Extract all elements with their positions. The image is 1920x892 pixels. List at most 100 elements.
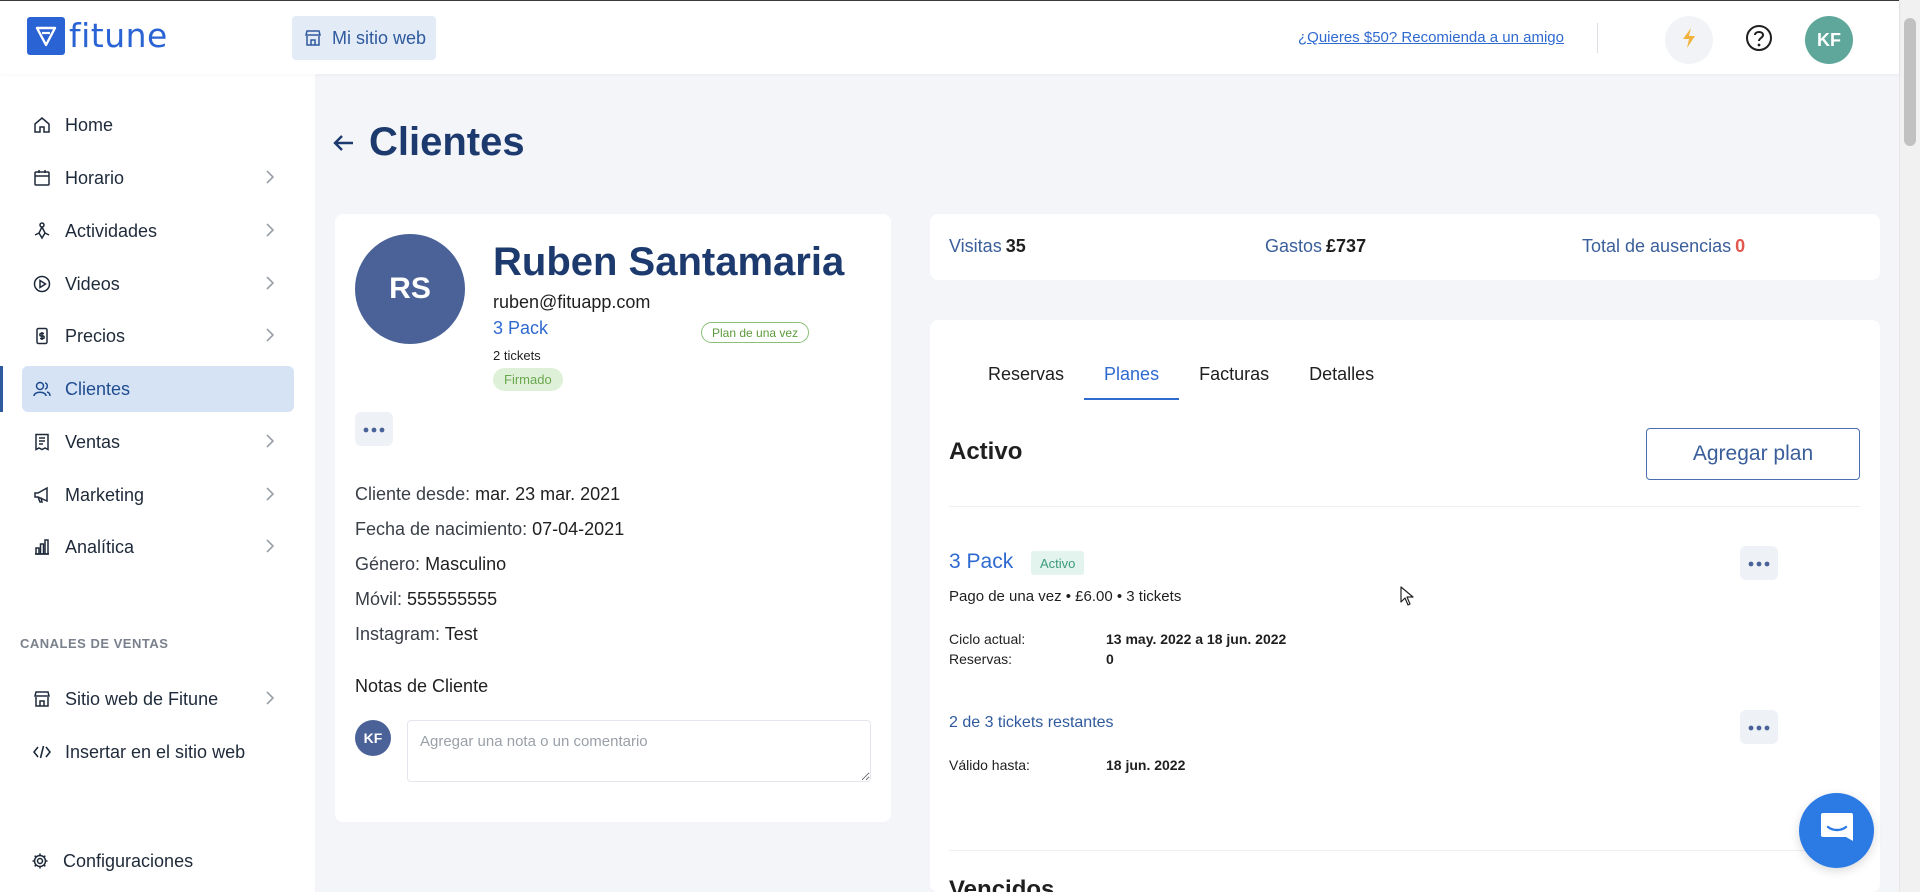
- client-tabs: Reservas Planes Facturas Detalles: [968, 350, 1394, 400]
- topbar-divider: [1597, 23, 1598, 53]
- sales-channels-title: CANALES DE VENTAS: [20, 636, 169, 651]
- valid-until-value: 18 jun. 2022: [1106, 757, 1186, 773]
- detail-label: Móvil:: [355, 589, 403, 609]
- store-icon: [32, 689, 52, 709]
- sidebar-item-home[interactable]: Home: [22, 102, 294, 148]
- page-scrollbar[interactable]: [1899, 0, 1920, 892]
- detail-value: 07-04-2021: [532, 519, 625, 539]
- plan-status-badge: Activo: [1031, 551, 1085, 575]
- signed-badge: Firmado: [493, 368, 563, 391]
- more-dots-icon: [1748, 554, 1770, 572]
- tab-reservas[interactable]: Reservas: [968, 350, 1084, 398]
- back-arrow-icon[interactable]: [333, 134, 355, 152]
- tab-planes[interactable]: Planes: [1084, 350, 1180, 400]
- sidebar-item-precios[interactable]: Precios: [22, 313, 294, 359]
- mouse-cursor-icon: [1400, 586, 1414, 611]
- stat-label: Total de ausencias: [1582, 236, 1732, 256]
- code-icon: [32, 742, 52, 762]
- help-icon: [1745, 24, 1773, 57]
- calendar-icon: [32, 168, 52, 188]
- more-dots-icon: [1748, 718, 1770, 736]
- sidebar-item-fitune-website[interactable]: Sitio web de Fitune: [22, 676, 294, 722]
- stat-label: Gastos: [1265, 236, 1323, 256]
- chevron-right-icon: [266, 691, 274, 705]
- sidebar-item-horario[interactable]: Horario: [22, 155, 294, 201]
- instagram-row: Instagram: Test: [355, 624, 478, 645]
- stat-label: Visitas: [949, 236, 1002, 256]
- plan-payment-info: Pago de una vez • £6.00 • 3 tickets: [949, 588, 1182, 605]
- sidebar-item-marketing[interactable]: Marketing: [22, 472, 294, 518]
- bookings-label: Reservas:: [949, 651, 1013, 667]
- stat-value: 35: [1005, 236, 1026, 256]
- sidebar-item-settings[interactable]: Configuraciones: [20, 838, 292, 884]
- visits-stat: Visitas 35: [949, 236, 1026, 257]
- chart-icon: [32, 537, 52, 557]
- client-email: ruben@fituapp.com: [493, 292, 651, 312]
- bookings-value: 0: [1106, 651, 1114, 667]
- detail-value: mar. 23 mar. 2021: [475, 484, 621, 504]
- sidebar-item-label: Sitio web de Fitune: [65, 688, 219, 709]
- user-avatar[interactable]: KF: [1805, 16, 1853, 64]
- more-dots-icon: [363, 420, 385, 438]
- gender-row: Género: Masculino: [355, 554, 506, 575]
- logo-mark-icon: [27, 16, 65, 55]
- scrollbar-thumb[interactable]: [1904, 18, 1916, 146]
- help-button[interactable]: [1735, 16, 1783, 64]
- client-tickets: 2 tickets: [493, 348, 541, 363]
- receipt-icon: [32, 432, 52, 452]
- fitune-logo[interactable]: fitune: [27, 16, 168, 55]
- sidebar-item-label: Configuraciones: [63, 850, 194, 871]
- sidebar-item-label: Marketing: [65, 484, 145, 505]
- sidebar-item-label: Home: [65, 114, 114, 135]
- sidebar-item-videos[interactable]: Videos: [22, 261, 294, 307]
- note-author-avatar: KF: [355, 720, 391, 756]
- detail-label: Instagram:: [355, 624, 441, 644]
- price-tag-icon: [32, 326, 52, 346]
- top-bar: fitune Mi sitio web ¿Quieres $50? Recomi…: [0, 0, 1899, 74]
- client-since-row: Cliente desde: mar. 23 mar. 2021: [355, 484, 620, 505]
- client-avatar: RS: [355, 234, 465, 344]
- tab-detalles[interactable]: Detalles: [1289, 350, 1394, 398]
- chevron-right-icon: [266, 276, 274, 290]
- tickets-remaining-link[interactable]: 2 de 3 tickets restantes: [949, 714, 1114, 732]
- tab-facturas[interactable]: Facturas: [1179, 350, 1289, 398]
- client-note-input[interactable]: [407, 720, 871, 782]
- client-plan-link[interactable]: 3 Pack: [493, 318, 548, 339]
- mobile-row: Móvil: 555555555: [355, 589, 497, 610]
- add-plan-button[interactable]: Agregar plan: [1646, 428, 1860, 480]
- referral-link[interactable]: ¿Quieres $50? Recomienda a un amigo: [1298, 29, 1564, 46]
- spend-stat: Gastos £737: [1265, 236, 1366, 257]
- sidebar-item-actividades[interactable]: Actividades: [22, 208, 294, 254]
- tickets-more-button[interactable]: [1740, 710, 1778, 744]
- current-cycle-label: Ciclo actual:: [949, 631, 1026, 647]
- sidebar-item-label: Precios: [65, 325, 126, 346]
- plan-name-link[interactable]: 3 Pack: [949, 550, 1013, 574]
- detail-value: Masculino: [425, 554, 507, 574]
- sidebar: Home Horario Actividades Videos Precios …: [0, 74, 315, 892]
- expired-plans-title: Vencidos: [949, 876, 1055, 892]
- client-name: Ruben Santamaria: [493, 240, 845, 284]
- sidebar-item-label: Insertar en el sitio web: [65, 741, 246, 762]
- plan-more-button[interactable]: [1740, 546, 1778, 580]
- my-website-button[interactable]: Mi sitio web: [292, 16, 436, 60]
- chat-support-button[interactable]: [1799, 793, 1874, 868]
- detail-value: 555555555: [407, 589, 498, 609]
- chevron-right-icon: [266, 539, 274, 553]
- clients-icon: [32, 379, 52, 399]
- sidebar-item-label: Clientes: [65, 378, 131, 399]
- activity-icon: [32, 221, 52, 241]
- chevron-right-icon: [266, 487, 274, 501]
- play-icon: [32, 274, 52, 294]
- sidebar-item-ventas[interactable]: Ventas: [22, 419, 294, 465]
- megaphone-icon: [32, 485, 52, 505]
- current-cycle-value: 13 may. 2022 a 18 jun. 2022: [1106, 631, 1287, 647]
- sidebar-item-embed-website[interactable]: Insertar en el sitio web: [22, 729, 294, 775]
- valid-until-label: Válido hasta:: [949, 757, 1030, 773]
- gear-icon: [30, 851, 50, 871]
- client-more-button[interactable]: [355, 412, 393, 446]
- stat-value: 0: [1735, 236, 1746, 256]
- sidebar-item-analitica[interactable]: Analítica: [22, 524, 294, 570]
- quick-actions-button[interactable]: [1665, 16, 1713, 64]
- sidebar-item-clientes[interactable]: Clientes: [0, 366, 294, 412]
- client-stats-card: Visitas 35 Gastos £737 Total de ausencias 0: [930, 214, 1880, 280]
